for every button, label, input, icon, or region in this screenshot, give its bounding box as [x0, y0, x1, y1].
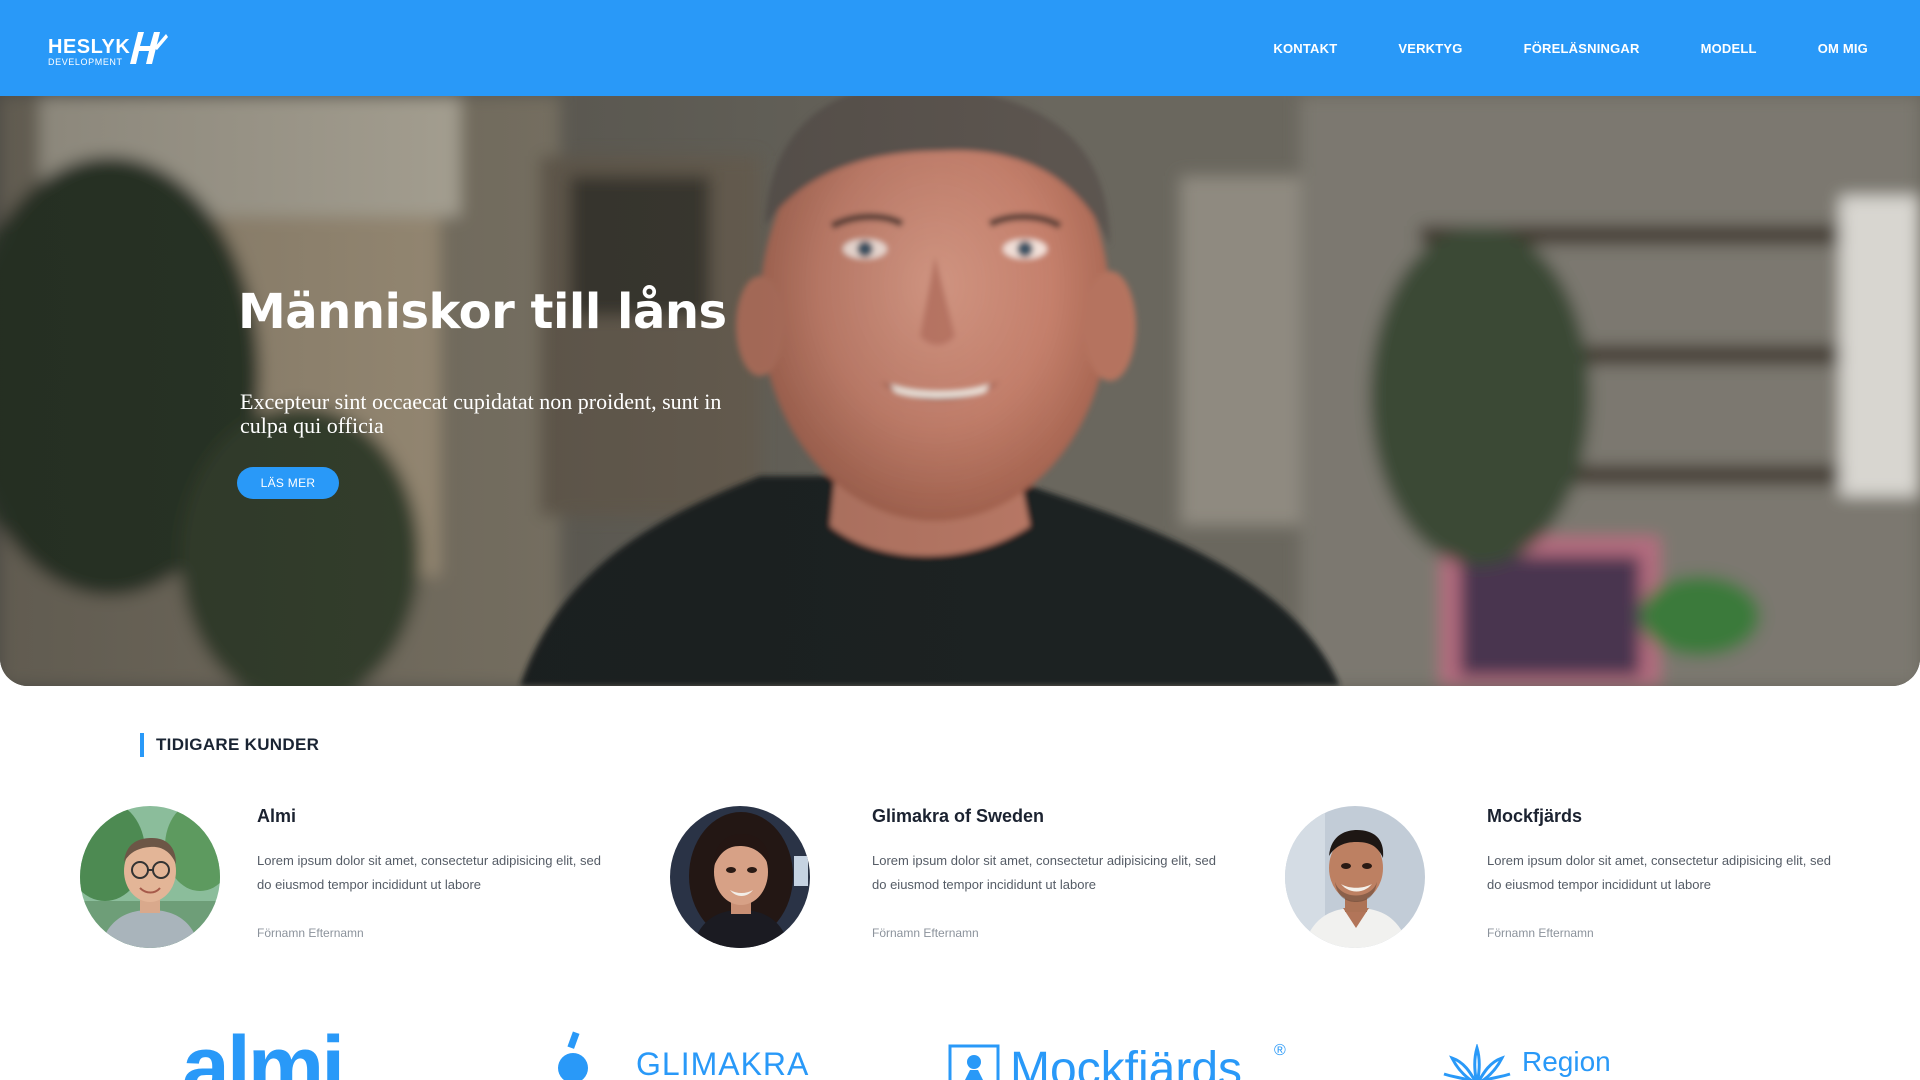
client-card-almi: Almi Lorem ipsum dolor sit amet, consect…	[80, 806, 640, 956]
main-nav: KONTAKT VERKTYG FÖRELÄSNINGAR MODELL OM …	[1212, 0, 1868, 96]
client-description: Lorem ipsum dolor sit amet, consectetur …	[257, 853, 601, 892]
client-person: Förnamn Efternamn	[872, 926, 979, 940]
region-flower-icon	[1443, 1044, 1511, 1080]
client-avatar	[80, 806, 220, 948]
client-name: Almi	[257, 806, 297, 826]
nav-verktyg[interactable]: VERKTYG	[1398, 41, 1462, 56]
nav-om-mig[interactable]: OM MIG	[1818, 41, 1868, 56]
hero-title: Människor till låns	[238, 284, 727, 340]
site-header: HESLYK DEVELOPMENT KONTAKT VERKTYG FÖREL…	[0, 0, 1920, 96]
client-avatar	[670, 806, 810, 948]
logo-almi-text: almi	[182, 1030, 345, 1080]
registered-mark-icon: ®	[1274, 1042, 1286, 1059]
read-more-button[interactable]: LÄS MER	[237, 467, 339, 499]
client-person: Förnamn Efternamn	[257, 926, 364, 940]
logo-mockfjards-text: Mockfjärds	[1010, 1043, 1243, 1080]
nav-forelasningar[interactable]: FÖRELÄSNINGAR	[1524, 41, 1640, 56]
client-logos-strip: almi GLIMAKRA Mockfjärds ® Region	[0, 1030, 1920, 1080]
client-card-mockfjards: Mockfjärds Lorem ipsum dolor sit amet, c…	[1285, 806, 1845, 956]
nav-modell[interactable]: MODELL	[1701, 41, 1757, 56]
nav-kontakt[interactable]: KONTAKT	[1273, 41, 1337, 56]
client-card-glimakra: Glimakra of Sweden Lorem ipsum dolor sit…	[670, 806, 1230, 956]
glimakra-mark-icon	[558, 1031, 588, 1080]
logo-region: Region	[1440, 1030, 1640, 1080]
logo-glimakra: GLIMAKRA	[556, 1030, 816, 1080]
brand-name: HESLYK	[48, 36, 131, 58]
client-avatar	[1285, 806, 1425, 948]
section-title: TIDIGARE KUNDER	[140, 733, 319, 757]
client-name: Glimakra of Sweden	[872, 806, 1045, 826]
logo-mockfjards: Mockfjärds ®	[948, 1030, 1298, 1080]
brand-logo[interactable]: HESLYK DEVELOPMENT	[48, 28, 168, 68]
client-description: Lorem ipsum dolor sit amet, consectetur …	[1487, 853, 1831, 892]
hero-section: Människor till låns Excepteur sint occae…	[0, 96, 1920, 686]
client-person: Förnamn Efternamn	[1487, 926, 1594, 940]
mockfjards-mark-icon	[948, 1044, 1000, 1080]
logo-region-text: Region	[1522, 1046, 1611, 1077]
logo-glimakra-text: GLIMAKRA	[636, 1046, 810, 1080]
client-name: Mockfjärds	[1487, 806, 1583, 826]
brand-mark-icon	[130, 32, 168, 64]
hero-subtitle: Excepteur sint occaecat cupidatat non pr…	[240, 389, 722, 438]
logo-almi: almi	[182, 1030, 402, 1080]
client-description: Lorem ipsum dolor sit amet, consectetur …	[872, 853, 1216, 892]
brand-sub: DEVELOPMENT	[48, 57, 123, 67]
